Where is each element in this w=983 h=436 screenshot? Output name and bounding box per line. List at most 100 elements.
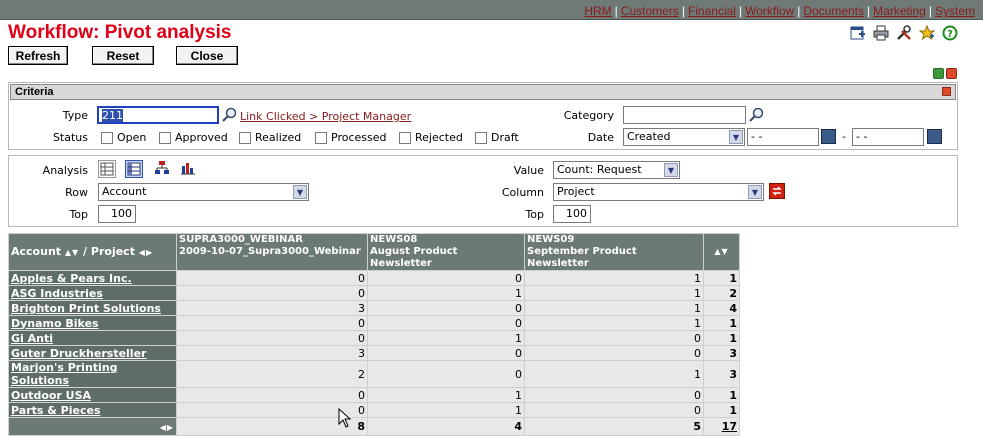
nav-system[interactable]: System — [935, 4, 975, 18]
value-select[interactable]: Count: Request ▼ — [553, 161, 680, 179]
row-total: 3 — [703, 345, 740, 361]
row-header[interactable]: ASG Industries — [8, 285, 177, 301]
column-top-input[interactable]: 100 — [553, 205, 591, 223]
cell-value: 0 — [524, 345, 704, 361]
scroll-arrows-icon[interactable]: ◀▶ — [139, 248, 153, 257]
table-view-icon[interactable] — [98, 160, 116, 178]
chart-view-icon[interactable] — [180, 160, 198, 178]
table-row: Brighton Print Solutions 3 0 1 4 — [8, 300, 740, 316]
row-header[interactable]: Apples & Pears Inc. — [8, 270, 177, 286]
date-from-input[interactable]: - - — [747, 128, 819, 146]
table-row: Parts & Pieces 0 1 0 1 — [8, 402, 740, 418]
account-link[interactable]: Apples & Pears Inc. — [11, 272, 132, 285]
category-input[interactable] — [623, 106, 746, 124]
nav-marketing[interactable]: Marketing — [873, 4, 926, 18]
row-header[interactable]: Guter Druckhersteller — [8, 345, 177, 361]
help-icon[interactable]: ? — [941, 24, 959, 42]
status-rejected-checkbox[interactable]: Rejected — [399, 131, 463, 144]
favorite-icon[interactable] — [918, 24, 936, 42]
new-window-icon[interactable] — [849, 24, 867, 42]
row-total: 2 — [703, 285, 740, 301]
table-row: Guter Druckhersteller 3 0 0 3 — [8, 345, 740, 361]
account-link[interactable]: Gi Anti — [11, 332, 53, 345]
date-field-value: Created — [627, 130, 671, 143]
grand-total[interactable]: 17 — [703, 417, 740, 436]
row-header[interactable]: Outdoor USA — [8, 387, 177, 403]
cell-value: 0 — [367, 345, 525, 361]
type-input[interactable]: 211 — [97, 106, 219, 124]
page-title: Workflow: Pivot analysis — [8, 22, 232, 43]
date-to-input[interactable]: - - — [852, 128, 924, 146]
pivot-table: Account ▲▼ / Project ◀▶ SUPRA3000_WEBINA… — [8, 233, 740, 436]
account-link[interactable]: Parts & Pieces — [11, 404, 101, 417]
criteria-collapse-icon[interactable] — [942, 87, 951, 96]
total-column-header[interactable]: ▲▼ — [703, 233, 740, 271]
row-header[interactable]: Brighton Print Solutions — [8, 300, 177, 316]
chevron-down-icon: ▼ — [293, 185, 307, 199]
row-header[interactable]: Marjon's Printing Solutions — [8, 360, 177, 388]
table-row: Marjon's Printing Solutions 2 0 1 3 — [8, 360, 740, 388]
row-total: 1 — [703, 270, 740, 286]
category-search-icon[interactable] — [749, 107, 765, 123]
row-header[interactable]: Dynamo Bikes — [8, 315, 177, 331]
pivot-view-icon[interactable] — [125, 160, 143, 178]
nav-financial[interactable]: Financial — [688, 4, 736, 18]
tree-view-icon[interactable] — [154, 160, 172, 178]
column-select[interactable]: Project ▼ — [553, 183, 764, 201]
cell-value: 0 — [367, 360, 525, 388]
reset-button[interactable]: Reset — [92, 46, 154, 65]
sort-arrows-icon[interactable]: ▲▼ — [714, 247, 728, 256]
nav-workflow[interactable]: Workflow — [745, 4, 794, 18]
date-from-calendar-icon[interactable] — [821, 129, 836, 144]
status-open-checkbox[interactable]: Open — [101, 131, 146, 144]
row-top-input[interactable]: 100 — [98, 205, 136, 223]
cell-value: 1 — [524, 300, 704, 316]
account-link[interactable]: Brighton Print Solutions — [11, 302, 161, 315]
date-range-separator: - — [842, 130, 846, 143]
cell-value: 2 — [176, 360, 368, 388]
sort-arrows-icon[interactable]: ▲▼ — [65, 248, 79, 257]
column-header[interactable]: NEWS08 August Product Newsletter — [367, 233, 525, 271]
status-processed-checkbox[interactable]: Processed — [315, 131, 386, 144]
account-link[interactable]: Dynamo Bikes — [11, 317, 99, 330]
date-to-calendar-icon[interactable] — [927, 129, 942, 144]
table-row: Outdoor USA 0 1 0 1 — [8, 387, 740, 403]
account-axis-label: Account — [11, 244, 62, 258]
nav-hrm[interactable]: HRM — [584, 4, 611, 18]
account-link[interactable]: Guter Druckhersteller — [11, 347, 146, 360]
value-label: Value — [513, 164, 544, 177]
account-link[interactable]: ASG Industries — [11, 287, 103, 300]
account-link[interactable]: Outdoor USA — [11, 389, 91, 402]
status-approved-checkbox[interactable]: Approved — [159, 131, 228, 144]
date-field-select[interactable]: Created ▼ — [623, 128, 745, 146]
nav-customers[interactable]: Customers — [621, 4, 679, 18]
type-label: Type — [62, 109, 88, 122]
column-header[interactable]: NEWS09 September Product Newsletter — [524, 233, 704, 271]
cell-value: 1 — [367, 330, 525, 346]
type-input-value: 211 — [102, 109, 123, 122]
top-navigation-bar: HRM | Customers | Financial | Workflow | Documen… — [0, 0, 983, 20]
refresh-button[interactable]: Refresh — [8, 46, 68, 65]
collapse-icon[interactable] — [946, 68, 957, 79]
row-header[interactable]: Parts & Pieces — [8, 402, 177, 418]
pivot-header-row: Account ▲▼ / Project ◀▶ SUPRA3000_WEBINA… — [8, 233, 740, 271]
row-total: 1 — [703, 330, 740, 346]
cell-value: 0 — [367, 300, 525, 316]
status-realized-checkbox[interactable]: Realized — [239, 131, 301, 144]
status-draft-checkbox[interactable]: Draft — [475, 131, 519, 144]
table-row: Dynamo Bikes 0 0 1 1 — [8, 315, 740, 331]
nav-documents[interactable]: Documents — [803, 4, 864, 18]
close-button[interactable]: Close — [176, 46, 238, 65]
row-select[interactable]: Account ▼ — [98, 183, 309, 201]
type-search-icon[interactable] — [222, 107, 238, 123]
expand-icon[interactable] — [933, 68, 944, 79]
row-header[interactable]: Gi Anti — [8, 330, 177, 346]
swap-axes-icon[interactable] — [769, 183, 785, 199]
print-icon[interactable] — [872, 24, 890, 42]
cell-value: 1 — [524, 315, 704, 331]
type-link[interactable]: Link Clicked > Project Manager — [240, 110, 411, 123]
account-link[interactable]: Marjon's Printing Solutions — [11, 361, 118, 387]
column-header[interactable]: SUPRA3000_WEBINAR 2009-10-07_Supra3000_We… — [176, 233, 368, 271]
tools-icon[interactable] — [895, 24, 913, 42]
row-label: Row — [65, 186, 88, 199]
